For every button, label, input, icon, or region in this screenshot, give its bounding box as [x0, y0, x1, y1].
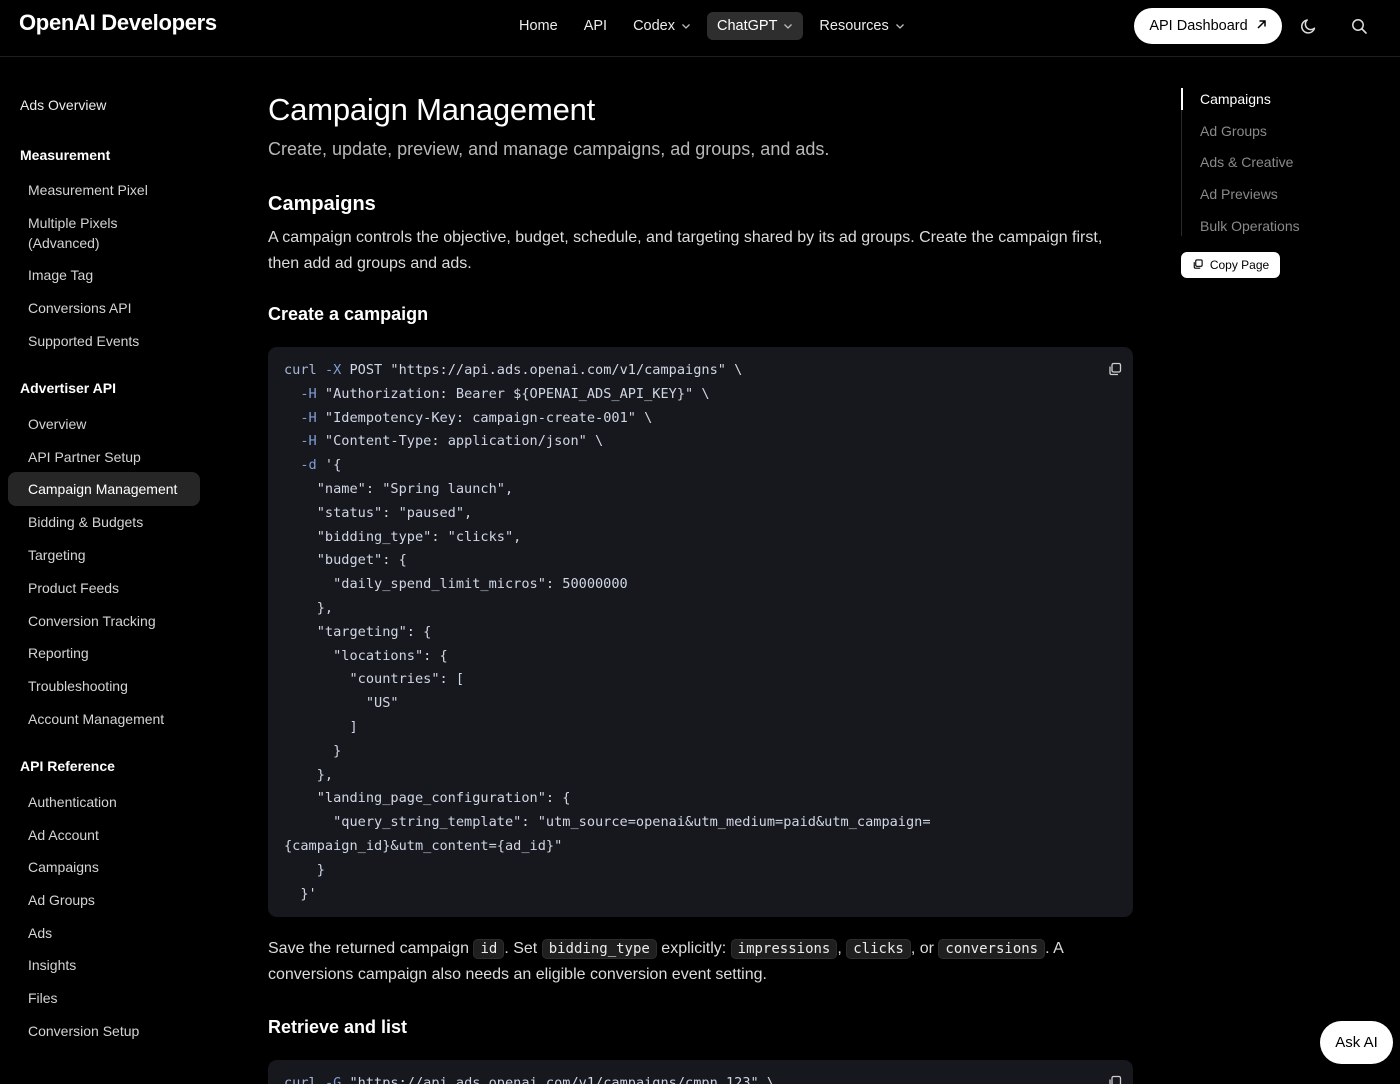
- copy-page-label: Copy Page: [1209, 258, 1270, 272]
- sidebar-item-authentication[interactable]: Authentication: [8, 788, 200, 816]
- nav-home[interactable]: Home: [509, 12, 568, 40]
- sidebar-item-supported-events[interactable]: Supported Events: [8, 327, 200, 355]
- sidebar-item-conversions-api[interactable]: Conversions API: [8, 294, 200, 322]
- chevron-down-icon: [783, 21, 793, 31]
- primary-nav: Home API Codex ChatGPT Resources: [509, 12, 915, 40]
- code-content[interactable]: curl -X POST "https://api.ads.openai.com…: [268, 347, 1133, 906]
- sidebar-item-targeting[interactable]: Targeting: [8, 541, 200, 569]
- code-block-retrieve: curl -G "https://api.ads.openai.com/v1/c…: [268, 1060, 1133, 1084]
- section-heading-create-campaign: Create a campaign: [268, 304, 429, 324]
- copy-icon[interactable]: [1107, 1074, 1123, 1084]
- toc-rail: [1181, 88, 1182, 236]
- chevron-down-icon: [681, 21, 691, 31]
- sidebar-item-conversion-setup[interactable]: Conversion Setup: [8, 1017, 200, 1045]
- section-heading-campaigns: Campaigns: [268, 193, 376, 215]
- sidebar-item-ad-account[interactable]: Ad Account: [8, 821, 200, 849]
- nav-home-label: Home: [519, 18, 558, 34]
- sidebar-item-product-feeds[interactable]: Product Feeds: [8, 574, 200, 602]
- api-dashboard-label: API Dashboard: [1149, 18, 1248, 34]
- sidebar-item-multiple-pixels[interactable]: Multiple Pixels (Advanced): [8, 209, 200, 257]
- sidebar-item-account-management[interactable]: Account Management: [8, 705, 200, 733]
- nav-chatgpt[interactable]: ChatGPT: [706, 12, 804, 40]
- sidebar-item-overview[interactable]: Overview: [8, 410, 200, 438]
- nav-codex[interactable]: Codex: [623, 12, 701, 40]
- note-text: Save the returned campaign: [268, 940, 474, 957]
- nav-resources[interactable]: Resources: [809, 12, 914, 40]
- nav-api-label: API: [583, 18, 608, 34]
- toc-item-campaigns[interactable]: Campaigns: [1200, 91, 1271, 107]
- save-campaign-note: Save the returned campaign id. Set biddi…: [268, 936, 1118, 988]
- ask-ai-button[interactable]: Ask AI: [1320, 1021, 1393, 1064]
- page-title: Campaign Management: [268, 92, 596, 127]
- copy-icon: [1192, 258, 1204, 273]
- inline-code-bidding-type: bidding_type: [541, 939, 657, 959]
- sidebar-item-files[interactable]: Files: [8, 984, 200, 1012]
- sidebar-item-reporting[interactable]: Reporting: [8, 639, 200, 667]
- nav-api[interactable]: API: [574, 12, 617, 40]
- sidebar-item-insights[interactable]: Insights: [8, 951, 200, 979]
- nav-resources-label: Resources: [819, 18, 889, 34]
- sidebar-item-bidding-budgets[interactable]: Bidding & Budgets: [8, 508, 200, 536]
- sidebar-heading-measurement: Measurement: [20, 147, 111, 163]
- note-text: . Set: [504, 940, 542, 957]
- copy-page-button[interactable]: Copy Page: [1181, 252, 1280, 278]
- sidebar-item-api-partner-setup[interactable]: API Partner Setup: [8, 443, 200, 471]
- inline-code-conversions: conversions: [938, 939, 1046, 959]
- code-block-create-campaign: curl -X POST "https://api.ads.openai.com…: [268, 347, 1133, 917]
- toc-item-bulk-operations[interactable]: Bulk Operations: [1200, 218, 1300, 234]
- sidebar-heading-api-reference: API Reference: [20, 758, 115, 774]
- toc-item-ads-creative[interactable]: Ads & Creative: [1200, 154, 1293, 170]
- note-text: , or: [910, 940, 939, 957]
- nav-chatgpt-label: ChatGPT: [716, 18, 778, 34]
- sidebar: Ads Overview Measurement Measurement Pix…: [0, 57, 215, 1084]
- inline-code-clicks: clicks: [846, 939, 911, 959]
- api-dashboard-button[interactable]: API Dashboard: [1134, 8, 1282, 44]
- page-subtitle: Create, update, preview, and manage camp…: [268, 139, 830, 159]
- toc-item-ad-groups[interactable]: Ad Groups: [1200, 123, 1267, 139]
- sidebar-item-troubleshooting[interactable]: Troubleshooting: [8, 672, 200, 700]
- inline-code-impressions: impressions: [730, 939, 838, 959]
- campaigns-description: A campaign controls the objective, budge…: [268, 229, 1103, 272]
- note-text: explicitly:: [656, 940, 731, 957]
- code-content[interactable]: curl -G "https://api.ads.openai.com/v1/c…: [268, 1060, 1133, 1084]
- site-logo[interactable]: OpenAI Developers: [19, 10, 217, 36]
- sidebar-item-ads[interactable]: Ads: [8, 919, 200, 947]
- sidebar-item-conversion-tracking[interactable]: Conversion Tracking: [8, 607, 200, 635]
- moon-icon[interactable]: [1297, 14, 1321, 38]
- sidebar-item-ads-overview[interactable]: Ads Overview: [20, 97, 106, 113]
- sidebar-item-campaigns[interactable]: Campaigns: [8, 853, 200, 881]
- inline-code-id: id: [473, 939, 505, 959]
- main-content: Campaign Management Create, update, prev…: [268, 57, 1133, 1084]
- sidebar-item-measurement-pixel[interactable]: Measurement Pixel: [8, 176, 200, 204]
- chevron-down-icon: [895, 21, 905, 31]
- arrow-up-right-icon: [1256, 18, 1267, 34]
- copy-icon[interactable]: [1107, 361, 1123, 377]
- note-text: ,: [837, 940, 847, 957]
- toc-item-ad-previews[interactable]: Ad Previews: [1200, 186, 1278, 202]
- top-navigation-bar: OpenAI Developers Home API Codex ChatGPT…: [0, 0, 1400, 57]
- sidebar-heading-advertiser-api: Advertiser API: [20, 380, 116, 396]
- section-heading-retrieve-list: Retrieve and list: [268, 1017, 408, 1037]
- nav-codex-label: Codex: [633, 18, 675, 34]
- sidebar-item-image-tag[interactable]: Image Tag: [8, 261, 200, 289]
- sidebar-item-campaign-management[interactable]: Campaign Management: [8, 472, 200, 506]
- toc-active-indicator: [1181, 88, 1183, 110]
- sidebar-item-ad-groups[interactable]: Ad Groups: [8, 886, 200, 914]
- search-icon[interactable]: [1347, 14, 1371, 38]
